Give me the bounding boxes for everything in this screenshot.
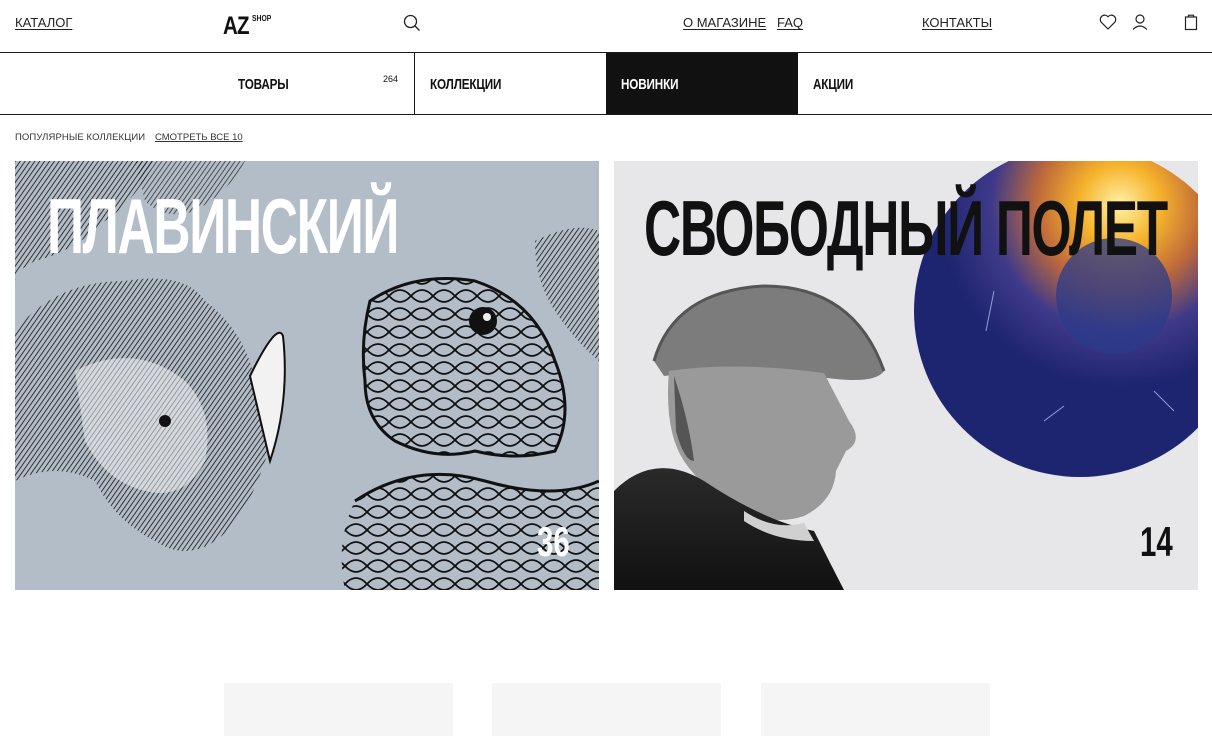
tab-products-label: ТОВАРЫ [238,76,289,93]
contacts-link[interactable]: КОНТАКТЫ [922,15,992,30]
products-count: 264 [383,74,399,84]
tab-sale[interactable]: АКЦИИ [798,53,1212,114]
popular-collections-label: ПОПУЛЯРНЫЕ КОЛЛЕКЦИИ [15,132,146,143]
collection-count: 36 [537,518,570,565]
collection-count: 14 [1140,518,1173,565]
product-card-placeholder [761,683,990,736]
user-icon[interactable] [1130,12,1150,32]
faq-link[interactable]: FAQ [777,15,803,30]
catalog-tabs: ТОВАРЫ 264 КОЛЛЕКЦИИ НОВИНКИ АКЦИИ [0,53,1212,115]
search-icon[interactable] [402,13,422,33]
tab-collections[interactable]: КОЛЛЕКЦИИ [415,53,606,114]
product-card-placeholder [492,683,721,736]
site-header: КАТАЛОГ AZ SHOP О МАГАЗИНЕ FAQ КОНТАКТЫ [0,0,1212,53]
bag-icon[interactable] [1181,12,1201,32]
tab-new-label: НОВИНКИ [621,76,679,93]
logo-shop-label: SHOP [252,14,272,23]
tab-products[interactable]: ТОВАРЫ 264 [0,53,414,114]
heart-icon[interactable] [1098,12,1118,32]
collection-title: ПЛАВИНСКИЙ [47,182,399,270]
logo-mark: AZ [223,12,250,40]
tab-collections-label: КОЛЛЕКЦИИ [430,76,502,93]
catalog-link[interactable]: КАТАЛОГ [15,15,72,30]
see-all-link[interactable]: СМОТРЕТЬ ВСЕ 10 [155,132,243,143]
collection-title: СВОБОДНЫЙ ПОЛЕТ [644,184,1168,272]
collection-card-plavinsky[interactable]: ПЛАВИНСКИЙ 36 [15,161,599,590]
collection-card-free-flight[interactable]: СВОБОДНЫЙ ПОЛЕТ 14 [614,161,1198,590]
tab-sale-label: АКЦИИ [813,76,854,93]
tab-new[interactable]: НОВИНКИ [606,53,798,114]
product-card-placeholder [224,683,453,736]
about-link[interactable]: О МАГАЗИНЕ [683,15,766,30]
